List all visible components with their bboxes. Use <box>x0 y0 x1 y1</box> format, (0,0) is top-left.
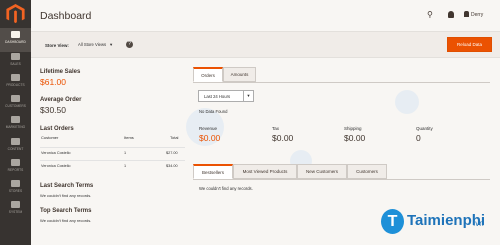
magento-logo[interactable] <box>6 4 25 24</box>
tab-new-customers[interactable]: New Customers <box>297 164 347 179</box>
reload-data-button[interactable]: Reload Data <box>447 37 492 52</box>
metric-value-shipping: $0.00 <box>344 133 366 143</box>
top-search-empty: We couldn't find any records. <box>40 218 92 223</box>
store-view-select[interactable]: All Store Views ▼ <box>78 42 113 47</box>
layout-icon <box>11 138 20 145</box>
cell-customer: Veronica Costello <box>41 151 71 155</box>
last-search-terms-label: Last Search Terms <box>40 183 94 189</box>
lifetime-sales-value: $61.00 <box>40 77 66 87</box>
store-view-label: Store View: <box>45 43 69 48</box>
sidebar-item-label: REPORTS <box>7 168 24 172</box>
watermark-t-icon: T <box>381 209 404 234</box>
tab-orders[interactable]: Orders <box>193 67 223 82</box>
table-row[interactable]: Veronica Costello 1 $27.00 <box>40 147 185 159</box>
person-icon <box>11 95 20 102</box>
sidebar-item-label: DASHBOARD <box>5 40 26 44</box>
store-view-value: All Store Views <box>78 42 107 47</box>
top-search-terms-label: Top Search Terms <box>40 208 92 214</box>
sidebar-item-label: SYSTEM <box>8 210 23 214</box>
bar-chart-icon <box>11 159 20 166</box>
metric-label-revenue: Revenue <box>199 126 218 131</box>
grid-panel-divider <box>193 179 490 180</box>
tab-amounts[interactable]: Amounts <box>223 67 256 82</box>
help-icon[interactable]: ? <box>126 41 133 48</box>
grid-empty-message: We couldn't find any records. <box>199 186 253 191</box>
store-view-bar: Store View: All Store Views ▼ ? <box>31 31 500 58</box>
sidebar-item-label: CONTENT <box>7 147 24 151</box>
average-order-label: Average Order <box>40 97 82 103</box>
cell-total: $34.00 <box>166 164 178 168</box>
search-icon[interactable]: ⚲ <box>427 10 433 19</box>
lifetime-sales-label: Lifetime Sales <box>40 69 81 75</box>
average-order-value: $30.50 <box>40 105 66 115</box>
last-orders-label: Last Orders <box>40 126 74 132</box>
column-header-total: Total <box>170 135 179 140</box>
last-search-empty: We couldn't find any records. <box>40 193 92 198</box>
sidebar-item-label: CUSTOMERS <box>5 104 26 108</box>
cell-customer: Veronica Costello <box>41 164 71 168</box>
no-data-message: No Data Found <box>199 109 228 114</box>
metric-label-tax: Tax <box>272 126 280 131</box>
metric-label-shipping: Shipping <box>344 126 362 131</box>
chevron-down-icon: ▼ <box>109 42 114 47</box>
period-select-value: Last 24 Hours <box>204 94 231 99</box>
column-header-customer: Customer <box>41 135 59 140</box>
sidebar-item-system[interactable]: SYSTEM <box>0 198 31 222</box>
table-row[interactable]: Veronica Costello 1 $34.00 <box>40 160 185 172</box>
bell-icon[interactable] <box>448 11 454 18</box>
period-select[interactable]: Last 24 Hours ▼ <box>198 90 254 102</box>
metric-value-tax: $0.00 <box>272 133 294 143</box>
user-menu[interactable]: Derry <box>464 11 483 18</box>
sidebar-item-label: STORES <box>8 189 23 193</box>
sidebar-item-label: MARKETING <box>5 125 26 129</box>
cell-items: 1 <box>124 151 127 155</box>
metric-value-revenue: $0.00 <box>199 133 221 143</box>
tab-most-viewed-products[interactable]: Most Viewed Products <box>233 164 297 179</box>
watermark-logo: T Taimienphi .vn <box>381 209 499 239</box>
user-name: Derry <box>471 12 484 18</box>
cell-total: $27.00 <box>166 151 178 155</box>
megaphone-icon <box>11 116 20 123</box>
sidebar-item-label: SALES <box>10 62 21 66</box>
dollar-icon <box>11 53 20 60</box>
sidebar: DASHBOARD SALES PRODUCTS CUSTOMERS MARKE… <box>0 0 31 245</box>
sidebar-item-marketing[interactable]: MARKETING <box>0 113 31 137</box>
column-header-items: Items <box>124 135 134 140</box>
page-title: Dashboard <box>40 10 92 22</box>
store-icon <box>11 180 20 187</box>
tab-customers[interactable]: Customers <box>347 164 387 179</box>
watermark-brand-suffix: .vn <box>473 219 484 228</box>
metric-value-quantity: 0 <box>416 133 421 143</box>
tab-bestsellers[interactable]: Bestsellers <box>193 164 233 179</box>
user-icon <box>464 11 469 17</box>
metric-label-quantity: Quantity <box>416 126 433 131</box>
cell-items: 1 <box>124 164 127 168</box>
box-icon <box>11 74 20 81</box>
chevron-down-icon: ▼ <box>243 91 253 101</box>
watermark-circle <box>395 90 419 114</box>
gear-icon <box>11 201 20 208</box>
sidebar-item-dashboard[interactable]: DASHBOARD <box>0 28 31 52</box>
sidebar-item-label: PRODUCTS <box>6 83 25 87</box>
dashboard-icon <box>11 31 20 38</box>
tab-panel-divider <box>193 82 490 83</box>
